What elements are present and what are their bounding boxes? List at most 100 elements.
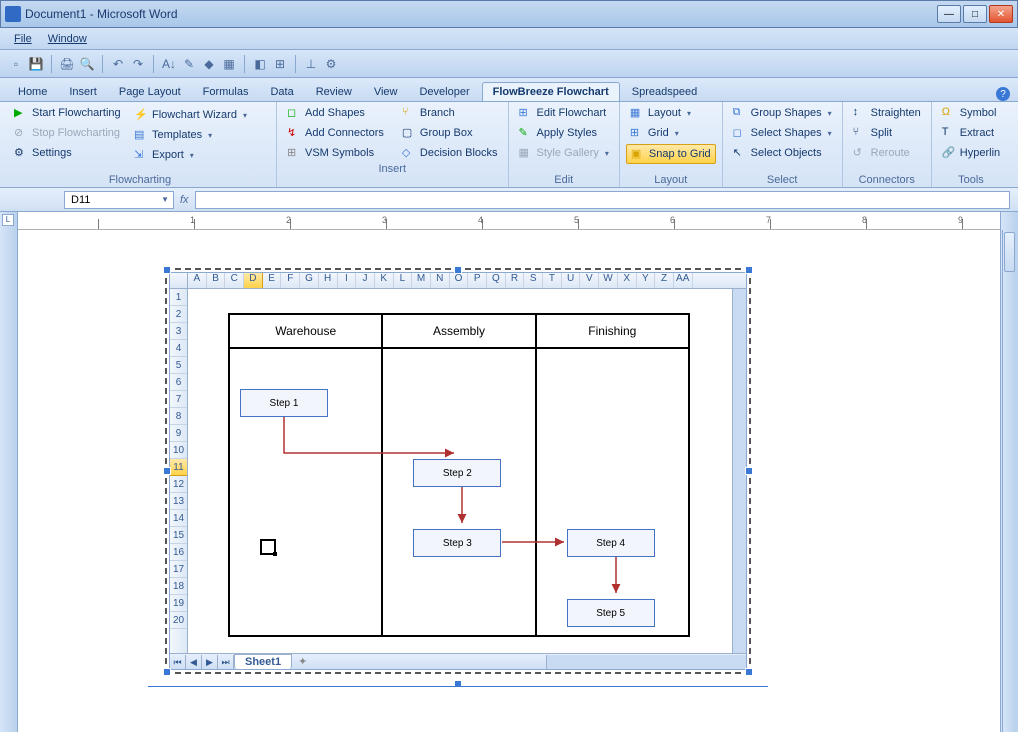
vertical-scrollbar[interactable] <box>1002 230 1016 732</box>
left-margin-col: L <box>0 212 18 732</box>
close-button[interactable]: ✕ <box>989 5 1013 23</box>
group-label: Tools <box>938 173 1004 187</box>
ruler-corner-icon: L <box>2 214 14 226</box>
select-shapes-button[interactable]: ◻Select Shapes▾ <box>729 124 836 142</box>
undo-icon[interactable]: ↶ <box>110 56 126 72</box>
column-headers[interactable]: ABCDEFGHIJKLMNOPQRSTUVWXYZAA <box>188 273 746 289</box>
embedded-hscrollbar[interactable] <box>546 655 746 669</box>
horizontal-ruler[interactable]: 123456789 <box>18 212 1000 230</box>
new-sheet-icon[interactable]: ✦ <box>292 655 313 668</box>
step-4[interactable]: Step 4 <box>567 529 655 557</box>
step-5[interactable]: Step 5 <box>567 599 655 627</box>
new-icon[interactable]: ▫ <box>8 56 24 72</box>
branch-button[interactable]: ⑂Branch <box>398 104 502 122</box>
add-shapes-button[interactable]: ◻Add Shapes <box>283 104 388 122</box>
step-3[interactable]: Step 3 <box>413 529 501 557</box>
vsm-symbols-button[interactable]: ⊞VSM Symbols <box>283 144 388 162</box>
edit-flowchart-button[interactable]: ⊞Edit Flowchart <box>515 104 613 122</box>
select-all-corner[interactable] <box>170 273 188 289</box>
word-icon <box>5 6 21 22</box>
apply-styles-button[interactable]: ✎Apply Styles <box>515 124 613 142</box>
tab-home[interactable]: Home <box>8 83 57 101</box>
extract-button[interactable]: TExtract <box>938 124 1004 142</box>
menu-file[interactable]: File <box>6 31 40 47</box>
resize-handle[interactable] <box>745 266 753 274</box>
straighten-button[interactable]: ↕Straighten <box>849 104 925 122</box>
tab-data[interactable]: Data <box>260 83 303 101</box>
connector-2-3[interactable] <box>457 487 467 531</box>
maximize-button[interactable]: □ <box>963 5 987 23</box>
page-canvas[interactable]: ABCDEFGHIJKLMNOPQRSTUVWXYZAA 12345678910… <box>18 230 1000 732</box>
tool2-icon[interactable]: ◆ <box>201 56 217 72</box>
layout-button[interactable]: ▦Layout▾ <box>626 104 716 122</box>
embedded-spreadsheet[interactable]: ABCDEFGHIJKLMNOPQRSTUVWXYZAA 12345678910… <box>165 268 751 674</box>
text-cursor <box>260 539 276 555</box>
tool5-icon[interactable]: ⊞ <box>272 56 288 72</box>
group-tools: ΩSymbol TExtract 🔗Hyperlin Tools <box>932 102 1010 187</box>
export-button[interactable]: ⇲Export▾ <box>130 146 251 164</box>
gear-icon[interactable]: ⚙ <box>323 56 339 72</box>
tab-spreadspeed[interactable]: Spreadspeed <box>622 83 707 101</box>
menu-window[interactable]: Window <box>40 31 95 47</box>
preview-icon[interactable]: 🔍 <box>79 56 95 72</box>
connector-4-5[interactable] <box>611 557 621 601</box>
resize-handle[interactable] <box>163 266 171 274</box>
save-icon[interactable]: 💾 <box>28 56 44 72</box>
tab-insert[interactable]: Insert <box>59 83 107 101</box>
row-headers[interactable]: 1234567891011121314151617181920 <box>170 289 188 653</box>
cells-area[interactable]: Warehouse Assembly Finishing Step 1 <box>188 289 732 653</box>
tab-developer[interactable]: Developer <box>409 83 479 101</box>
sheet-nav-prev[interactable]: ◀ <box>186 655 202 669</box>
swimlane-header-assembly: Assembly <box>383 315 536 347</box>
tool1-icon[interactable]: ✎ <box>181 56 197 72</box>
tool4-icon[interactable]: ◧ <box>252 56 268 72</box>
symbol-button[interactable]: ΩSymbol <box>938 104 1004 122</box>
minimize-button[interactable]: — <box>937 5 961 23</box>
ribbon: ▶Start Flowcharting ⊘Stop Flowcharting ⚙… <box>0 102 1018 188</box>
tab-view[interactable]: View <box>364 83 408 101</box>
connector-3-4[interactable] <box>502 537 572 547</box>
sort-icon[interactable]: A↓ <box>161 56 177 72</box>
group-shapes-button[interactable]: ⧉Group Shapes▾ <box>729 104 836 122</box>
formula-input[interactable] <box>195 191 1010 209</box>
resize-handle[interactable] <box>454 266 462 274</box>
step-1[interactable]: Step 1 <box>240 389 328 417</box>
sheet-nav-last[interactable]: ⏭ <box>218 655 234 669</box>
group-box-button[interactable]: ▢Group Box <box>398 124 502 142</box>
resize-handle[interactable] <box>163 668 171 676</box>
tab-flowbreeze[interactable]: FlowBreeze Flowchart <box>482 82 620 101</box>
decision-blocks-button[interactable]: ◇Decision Blocks <box>398 144 502 162</box>
resize-handle[interactable] <box>163 467 171 475</box>
connector-1-2[interactable] <box>284 417 464 477</box>
scroll-thumb[interactable] <box>1004 232 1015 272</box>
flowchart-wizard-button[interactable]: ⚡Flowchart Wizard▾ <box>130 106 251 124</box>
sheet-tab-1[interactable]: Sheet1 <box>234 654 292 669</box>
sheet-tabs-bar: ⏮ ◀ ▶ ⏭ Sheet1 ✦ <box>170 653 746 669</box>
select-objects-button[interactable]: ↖Select Objects <box>729 144 836 162</box>
embedded-vscrollbar[interactable] <box>732 289 746 653</box>
tab-page-layout[interactable]: Page Layout <box>109 83 191 101</box>
fx-label[interactable]: fx <box>180 194 189 206</box>
swimlane-header-warehouse: Warehouse <box>230 315 383 347</box>
group-label: Layout <box>626 173 716 187</box>
resize-handle[interactable] <box>745 668 753 676</box>
sheet-nav-next[interactable]: ▶ <box>202 655 218 669</box>
templates-button[interactable]: ▤Templates▾ <box>130 126 251 144</box>
redo-icon[interactable]: ↷ <box>130 56 146 72</box>
name-box[interactable]: D11 <box>64 191 174 209</box>
print-icon[interactable]: 🖨 <box>59 56 75 72</box>
swimlane-table[interactable]: Warehouse Assembly Finishing Step 1 <box>228 313 690 637</box>
tool3-icon[interactable]: ▦ <box>221 56 237 72</box>
snap-to-grid-button[interactable]: ▣Snap to Grid <box>626 144 716 164</box>
hierarchy-icon[interactable]: ⊥ <box>303 56 319 72</box>
sheet-nav-first[interactable]: ⏮ <box>170 655 186 669</box>
group-insert: ◻Add Shapes ↯Add Connectors ⊞VSM Symbols… <box>277 102 509 187</box>
resize-handle[interactable] <box>745 467 753 475</box>
split-button[interactable]: ⑂Split <box>849 124 925 142</box>
tab-formulas[interactable]: Formulas <box>193 83 259 101</box>
grid-button[interactable]: ⊞Grid▾ <box>626 124 716 142</box>
add-connectors-button[interactable]: ↯Add Connectors <box>283 124 388 142</box>
help-icon[interactable]: ? <box>996 87 1010 101</box>
tab-review[interactable]: Review <box>306 83 362 101</box>
hyperlink-button[interactable]: 🔗Hyperlin <box>938 144 1004 162</box>
